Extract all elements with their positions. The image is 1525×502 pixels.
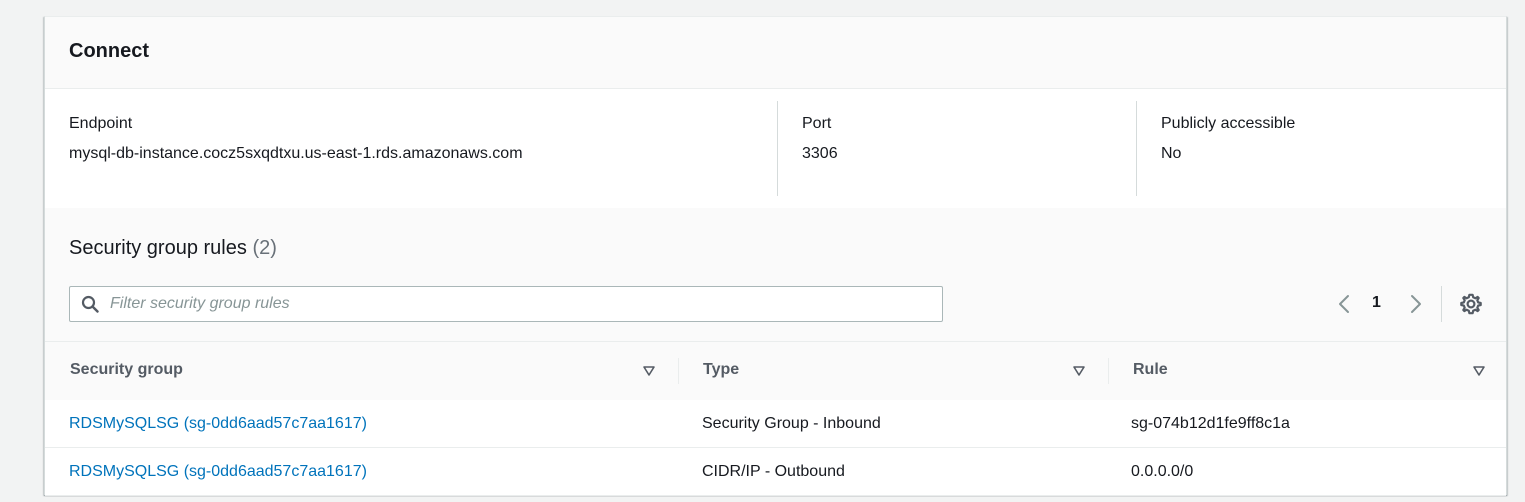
table-header: Security group Type Rule	[45, 341, 1506, 401]
security-group-link[interactable]: RDSMySQLSG (sg-0dd6aad57c7aa1617)	[69, 415, 367, 433]
endpoint-field: Endpoint mysql-db-instance.cocz5sxqdtxu.…	[69, 101, 769, 196]
column-divider	[777, 101, 778, 196]
caret-down-icon[interactable]	[1072, 364, 1086, 378]
column-header-rule[interactable]: Rule	[1133, 342, 1493, 400]
publicly-accessible-field: Publicly accessible No	[1161, 101, 1481, 196]
page-number[interactable]: 1	[1372, 294, 1381, 312]
chevron-left-icon[interactable]	[1333, 292, 1357, 316]
column-header-type[interactable]: Type	[703, 342, 1093, 400]
gear-icon[interactable]	[1459, 292, 1483, 316]
column-divider	[1136, 101, 1137, 196]
endpoint-label: Endpoint	[69, 115, 133, 132]
rule-value: sg-074b12d1fe9ff8c1a	[1131, 415, 1290, 432]
caret-down-icon[interactable]	[1472, 364, 1486, 378]
rule-count: (2)	[252, 237, 277, 259]
endpoint-value: mysql-db-instance.cocz5sxqdtxu.us-east-1…	[69, 145, 523, 162]
security-group-link[interactable]: RDSMySQLSG (sg-0dd6aad57c7aa1617)	[69, 463, 367, 481]
connect-panel: Connect Endpoint mysql-db-instance.cocz5…	[44, 16, 1507, 496]
security-group-rules-section: Security group rules (2) 1	[45, 208, 1506, 496]
column-separator	[1108, 358, 1109, 384]
column-header-label: Type	[703, 361, 740, 378]
rule-type: CIDR/IP - Outbound	[702, 463, 845, 480]
connect-title: Connect	[69, 40, 149, 62]
search-icon	[81, 295, 99, 313]
table-row: RDSMySQLSG (sg-0dd6aad57c7aa1617) CIDR/I…	[45, 448, 1506, 496]
column-header-label: Rule	[1133, 361, 1168, 378]
table-row: RDSMySQLSG (sg-0dd6aad57c7aa1617) Securi…	[45, 400, 1506, 448]
port-value: 3306	[802, 145, 838, 162]
rule-type: Security Group - Inbound	[702, 415, 881, 432]
security-group-rules-heading: Security group rules	[69, 237, 247, 259]
caret-down-icon[interactable]	[642, 364, 656, 378]
column-header-security-group[interactable]: Security group	[70, 342, 660, 400]
port-field: Port 3306	[802, 101, 1122, 196]
pager-divider	[1441, 286, 1442, 322]
publicly-accessible-value: No	[1161, 145, 1182, 162]
chevron-right-icon[interactable]	[1403, 292, 1427, 316]
filter-input[interactable]	[110, 287, 930, 321]
connect-header: Connect	[45, 17, 1506, 89]
publicly-accessible-label: Publicly accessible	[1161, 115, 1296, 132]
rule-value: 0.0.0.0/0	[1131, 463, 1194, 480]
column-header-label: Security group	[70, 361, 183, 378]
filter-box[interactable]	[69, 286, 943, 322]
port-label: Port	[802, 115, 832, 132]
column-separator	[678, 358, 679, 384]
security-group-rules-title: Security group rules (2)	[69, 237, 277, 260]
